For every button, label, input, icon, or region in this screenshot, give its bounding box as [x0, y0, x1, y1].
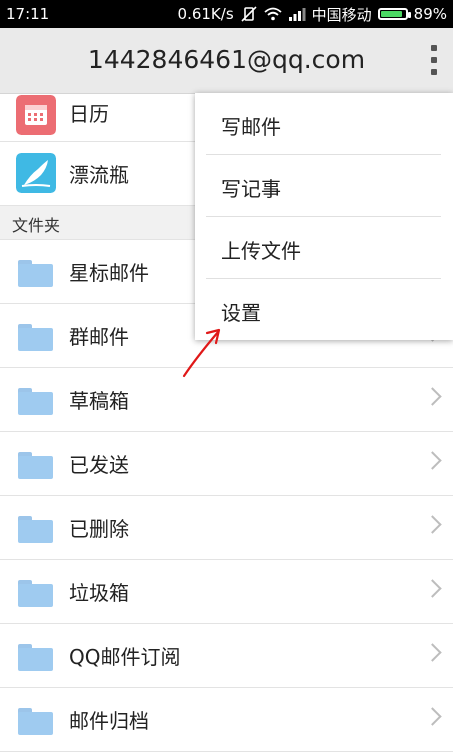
- carrier-name: 中国移动: [311, 5, 372, 24]
- battery-percent: 89%: [413, 5, 447, 23]
- menu-item-label: 写记事: [221, 177, 281, 201]
- app-label: 日历: [69, 102, 109, 126]
- folder-label: 已删除: [69, 517, 129, 541]
- status-right: 0.61K/s 中国移动 89%: [178, 4, 447, 25]
- battery-icon: [377, 8, 411, 20]
- folder-row-sent[interactable]: 已发送: [0, 432, 453, 496]
- signal-icon: [288, 8, 306, 21]
- folder-label: QQ邮件订阅: [69, 645, 181, 669]
- folder-row-spam[interactable]: 垃圾箱: [0, 560, 453, 624]
- folder-icon: [18, 644, 53, 671]
- menu-item-settings[interactable]: 设置: [206, 279, 441, 340]
- menu-item-note[interactable]: 写记事: [206, 155, 441, 217]
- folder-icon: [18, 388, 53, 415]
- status-bar: 17:11 0.61K/s 中国移动 89%: [0, 0, 453, 28]
- folder-icon: [18, 452, 53, 479]
- folder-label: 已发送: [69, 453, 129, 477]
- folder-label: 垃圾箱: [69, 581, 129, 605]
- folder-label: 邮件归档: [69, 709, 149, 733]
- app-label: 漂流瓶: [69, 163, 129, 187]
- chevron-right-icon: [423, 387, 442, 406]
- menu-item-label: 上传文件: [221, 239, 301, 263]
- more-options-icon[interactable]: [430, 45, 438, 75]
- folder-label: 草稿箱: [69, 389, 129, 413]
- chevron-right-icon: [423, 707, 442, 726]
- calendar-icon: [16, 95, 56, 135]
- folder-label: 群邮件: [69, 325, 129, 349]
- chevron-right-icon: [423, 579, 442, 598]
- folder-icon: [18, 516, 53, 543]
- drift-bottle-icon: [16, 153, 56, 193]
- folder-label: 星标邮件: [69, 261, 149, 285]
- annotation-arrow-icon: [182, 328, 221, 378]
- section-label: 文件夹: [12, 216, 61, 235]
- folder-icon: [18, 580, 53, 607]
- folder-icon: [18, 324, 53, 351]
- folder-row-deleted[interactable]: 已删除: [0, 496, 453, 560]
- menu-item-upload[interactable]: 上传文件: [206, 217, 441, 279]
- chevron-right-icon: [423, 515, 442, 534]
- wifi-icon: [264, 7, 282, 21]
- menu-item-compose[interactable]: 写邮件: [206, 93, 441, 155]
- overflow-menu: 写邮件 写记事 上传文件 设置: [195, 93, 453, 340]
- chevron-right-icon: [423, 451, 442, 470]
- vibrate-off-icon: [241, 6, 257, 22]
- folder-icon: [18, 260, 53, 287]
- menu-item-label: 写邮件: [221, 115, 281, 139]
- network-speed: 0.61K/s: [177, 5, 234, 23]
- folder-row-subscriptions[interactable]: QQ邮件订阅: [0, 624, 453, 688]
- account-title: 1442846461@qq.com: [87, 45, 366, 74]
- app-header: 1442846461@qq.com: [0, 28, 453, 94]
- folder-icon: [18, 708, 53, 735]
- status-time: 17:11: [6, 5, 50, 23]
- chevron-right-icon: [423, 643, 442, 662]
- folder-row-archive[interactable]: 邮件归档: [0, 688, 453, 752]
